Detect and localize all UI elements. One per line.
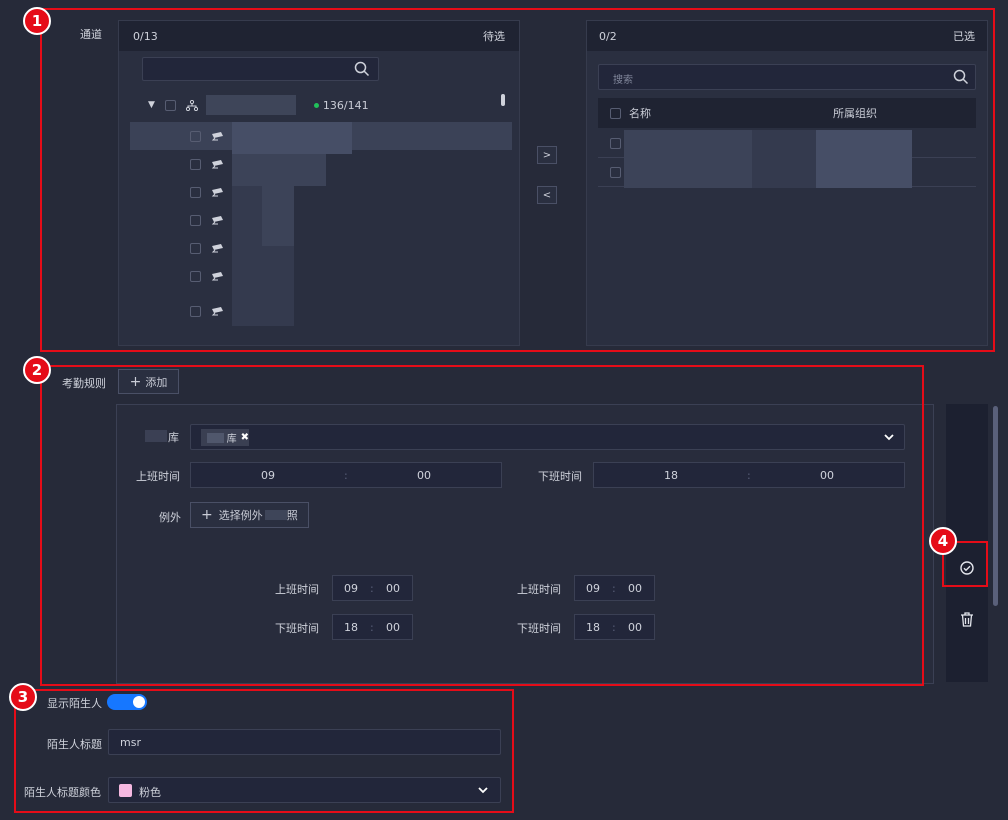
highlight-box-1 — [40, 8, 995, 352]
highlight-box-3 — [14, 689, 514, 813]
marker-1: 1 — [23, 7, 51, 35]
marker-3: 3 — [9, 683, 37, 711]
marker-2: 2 — [23, 356, 51, 384]
vertical-scrollbar[interactable] — [993, 406, 998, 606]
trash-icon[interactable] — [960, 612, 974, 628]
highlight-box-2 — [40, 365, 924, 686]
marker-4: 4 — [929, 527, 957, 555]
